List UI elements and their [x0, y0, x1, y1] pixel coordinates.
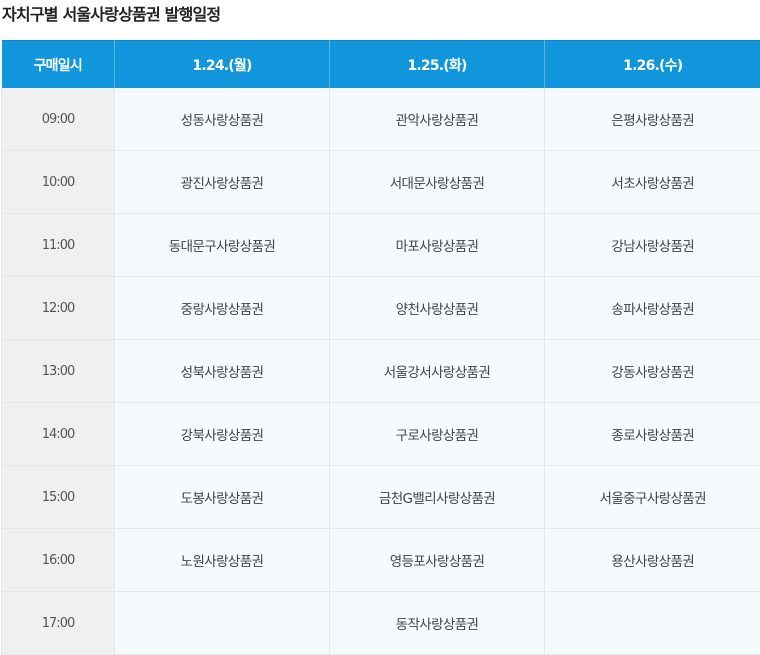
voucher-cell: 동대문구사랑상품권 [114, 213, 330, 277]
voucher-cell: 중랑사랑상품권 [114, 276, 330, 340]
schedule-table: 구매일시 1.24.(월) 1.25.(화) 1.26.(수) 09:00 성동… [1, 40, 760, 655]
header-date-tue: 1.25.(화) [329, 40, 545, 88]
time-cell: 12:00 [1, 276, 115, 340]
table-row: 09:00 성동사랑상품권 관악사랑상품권 은평사랑상품권 [1, 88, 760, 151]
voucher-cell [544, 591, 760, 655]
voucher-cell: 서울중구사랑상품권 [544, 465, 760, 529]
voucher-cell: 성동사랑상품권 [114, 88, 330, 151]
table-row: 14:00 강북사랑상품권 구로사랑상품권 종로사랑상품권 [1, 402, 760, 466]
header-row: 구매일시 1.24.(월) 1.25.(화) 1.26.(수) [1, 40, 760, 88]
voucher-cell: 용산사랑상품권 [544, 528, 760, 592]
time-cell: 13:00 [1, 339, 115, 403]
voucher-cell: 관악사랑상품권 [329, 88, 545, 151]
voucher-cell: 동작사랑상품권 [329, 591, 545, 655]
voucher-cell: 금천G밸리사랑상품권 [329, 465, 545, 529]
voucher-cell: 양천사랑상품권 [329, 276, 545, 340]
header-date-mon: 1.24.(월) [114, 40, 330, 88]
voucher-cell: 서초사랑상품권 [544, 150, 760, 214]
time-cell: 17:00 [1, 591, 115, 655]
voucher-cell: 은평사랑상품권 [544, 88, 760, 151]
table-row: 16:00 노원사랑상품권 영등포사랑상품권 용산사랑상품권 [1, 528, 760, 592]
voucher-cell: 마포사랑상품권 [329, 213, 545, 277]
page-title: 자치구별 서울사랑상품권 발행일정 [2, 5, 221, 24]
header-date-wed: 1.26.(수) [544, 40, 760, 88]
table-row: 17:00 동작사랑상품권 [1, 591, 760, 655]
voucher-cell: 강북사랑상품권 [114, 402, 330, 466]
voucher-cell: 도봉사랑상품권 [114, 465, 330, 529]
table-body: 09:00 성동사랑상품권 관악사랑상품권 은평사랑상품권 10:00 광진사랑… [1, 88, 760, 655]
voucher-cell: 서울강서사랑상품권 [329, 339, 545, 403]
voucher-cell: 노원사랑상품권 [114, 528, 330, 592]
voucher-cell: 강남사랑상품권 [544, 213, 760, 277]
table-row: 10:00 광진사랑상품권 서대문사랑상품권 서초사랑상품권 [1, 150, 760, 214]
table-row: 13:00 성북사랑상품권 서울강서사랑상품권 강동사랑상품권 [1, 339, 760, 403]
voucher-cell: 서대문사랑상품권 [329, 150, 545, 214]
time-cell: 11:00 [1, 213, 115, 277]
time-cell: 09:00 [1, 88, 115, 151]
voucher-cell: 광진사랑상품권 [114, 150, 330, 214]
table-row: 12:00 중랑사랑상품권 양천사랑상품권 송파사랑상품권 [1, 276, 760, 340]
time-cell: 10:00 [1, 150, 115, 214]
voucher-cell: 강동사랑상품권 [544, 339, 760, 403]
table-row: 15:00 도봉사랑상품권 금천G밸리사랑상품권 서울중구사랑상품권 [1, 465, 760, 529]
table-header: 구매일시 1.24.(월) 1.25.(화) 1.26.(수) [1, 40, 760, 88]
time-cell: 16:00 [1, 528, 115, 592]
voucher-cell: 구로사랑상품권 [329, 402, 545, 466]
voucher-cell: 종로사랑상품권 [544, 402, 760, 466]
time-cell: 14:00 [1, 402, 115, 466]
table-row: 11:00 동대문구사랑상품권 마포사랑상품권 강남사랑상품권 [1, 213, 760, 277]
voucher-cell: 송파사랑상품권 [544, 276, 760, 340]
time-cell: 15:00 [1, 465, 115, 529]
header-purchase-time: 구매일시 [1, 40, 115, 88]
voucher-cell: 영등포사랑상품권 [329, 528, 545, 592]
voucher-cell: 성북사랑상품권 [114, 339, 330, 403]
voucher-cell [114, 591, 330, 655]
